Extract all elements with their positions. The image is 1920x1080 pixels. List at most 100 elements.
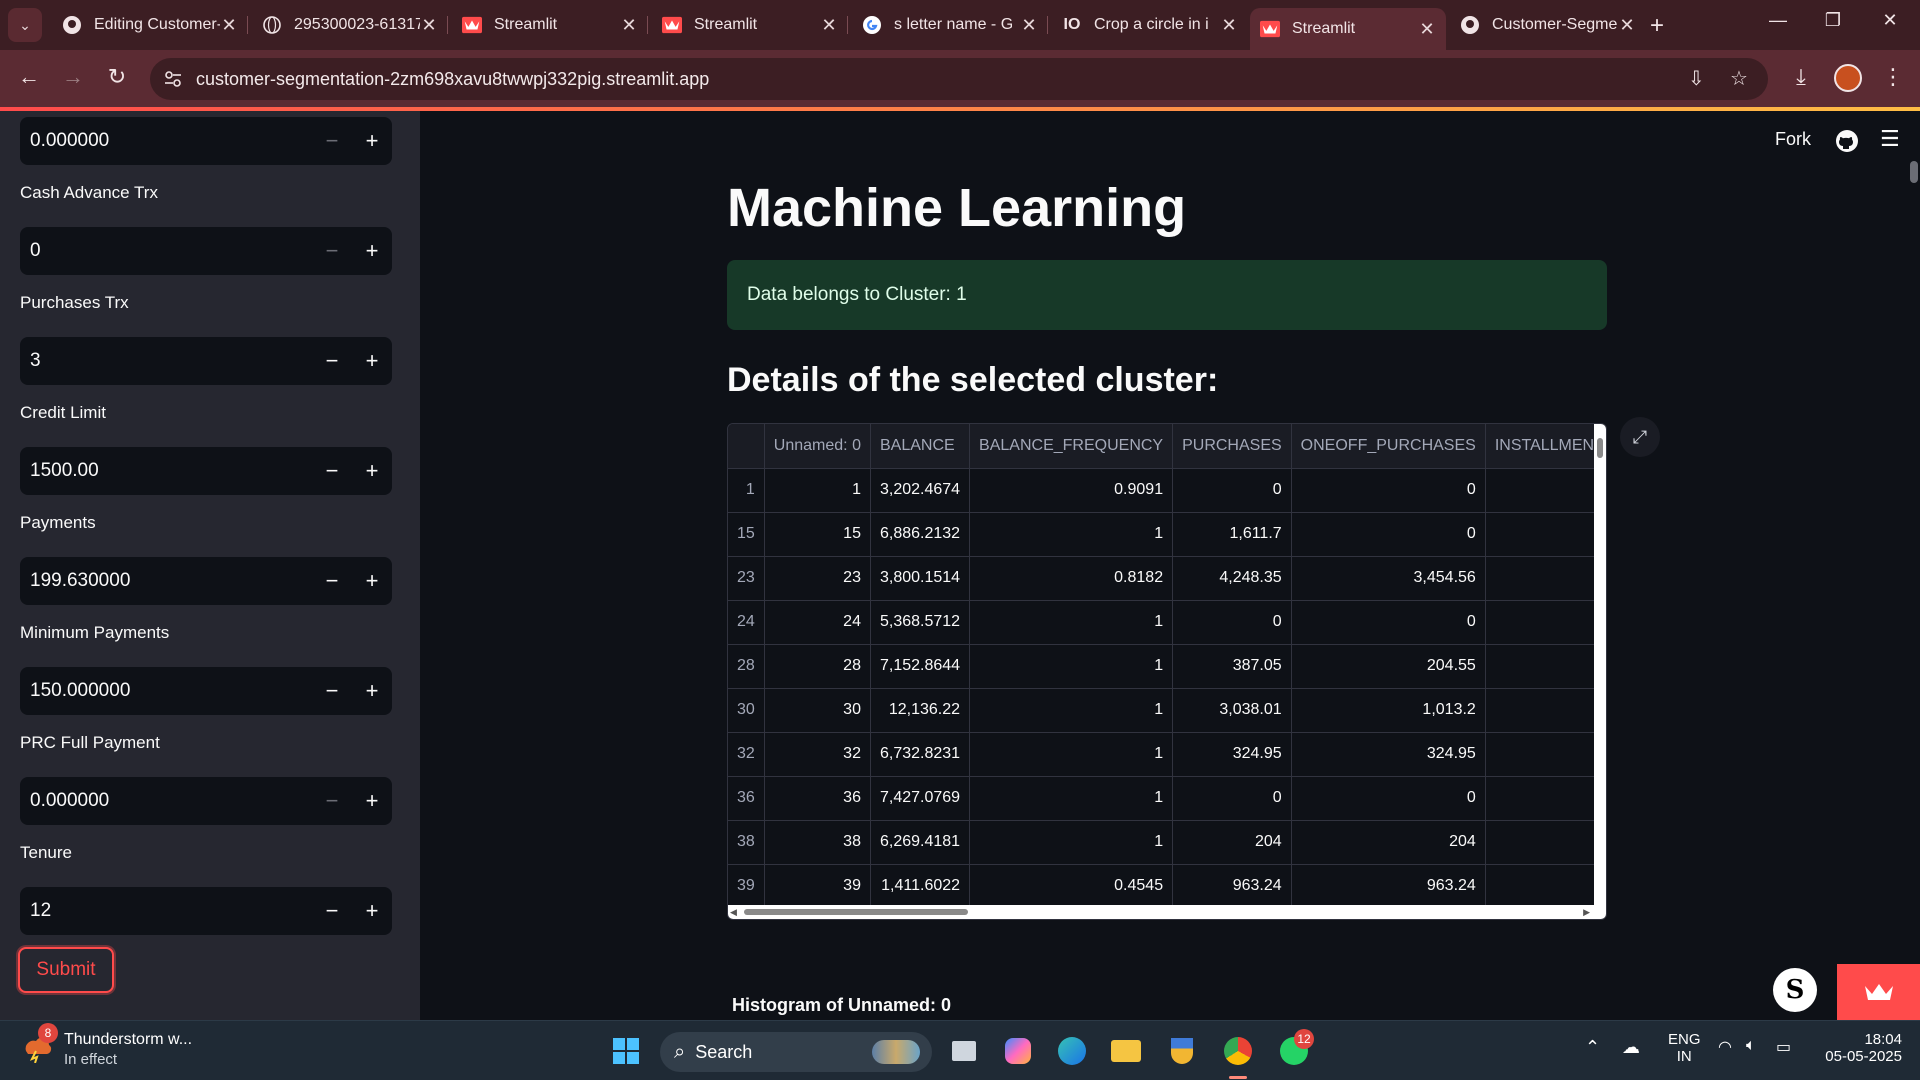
column-header[interactable]: ONEOFF_PURCHASES	[1291, 424, 1486, 469]
table-cell[interactable]: 1,411.6022	[870, 864, 971, 909]
increment-button[interactable]: +	[352, 568, 392, 594]
increment-button[interactable]: +	[352, 348, 392, 374]
number-input[interactable]: 199.630000− +	[20, 557, 392, 605]
table-cell[interactable]: 1	[969, 688, 1174, 733]
table-cell[interactable]: 7,152.8644	[870, 644, 971, 689]
table-cell[interactable]: 24	[764, 600, 871, 645]
downloads-icon[interactable]: ⤓	[1786, 64, 1816, 90]
back-icon[interactable]: ←	[14, 64, 44, 90]
battery-icon[interactable]: ▭	[1776, 1037, 1791, 1057]
vertical-scroll-thumb[interactable]	[1597, 438, 1603, 458]
omnibox[interactable]: customer-segmentation-2zm698xavu8twwpj33…	[150, 58, 1768, 100]
table-cell[interactable]: 387.05	[1172, 644, 1292, 689]
medal-app-icon[interactable]	[1166, 1035, 1198, 1067]
number-input[interactable]: 0− +	[20, 227, 392, 275]
number-input-value[interactable]: 12	[20, 900, 312, 922]
number-input-value[interactable]: 1500.00	[20, 460, 312, 482]
table-cell[interactable]: 36	[764, 776, 871, 821]
site-settings-icon[interactable]	[162, 68, 184, 90]
wifi-icon[interactable]: ◠	[1718, 1037, 1732, 1057]
fork-button[interactable]: Fork	[1775, 129, 1811, 150]
horizontal-scroll-thumb[interactable]	[744, 909, 968, 915]
number-input-value[interactable]: 3	[20, 350, 312, 372]
table-row[interactable]: 15 15 6,886.2132 1 1,611.7 0	[728, 512, 1606, 557]
decrement-button[interactable]: −	[312, 568, 352, 594]
browser-tab[interactable]: s letter name - G ✕	[852, 8, 1048, 42]
table-cell[interactable]: 6,886.2132	[870, 512, 971, 557]
table-cell[interactable]	[1485, 468, 1606, 513]
table-row[interactable]: 30 30 12,136.22 1 3,038.01 1,013.2	[728, 688, 1606, 733]
table-cell[interactable]: 0	[1291, 776, 1486, 821]
profile-avatar[interactable]	[1834, 64, 1862, 92]
increment-button[interactable]: +	[352, 128, 392, 154]
decrement-button[interactable]: −	[312, 348, 352, 374]
table-row[interactable]: 1 1 3,202.4674 0.9091 0 0	[728, 468, 1606, 513]
close-tab-icon[interactable]: ✕	[420, 15, 438, 36]
decrement-button[interactable]: −	[312, 238, 352, 264]
app-menu-icon[interactable]: ☰	[1880, 126, 1900, 152]
table-cell[interactable]: 0.9091	[969, 468, 1174, 513]
table-cell[interactable]: 5,368.5712	[870, 600, 971, 645]
table-cell[interactable]	[1485, 512, 1606, 557]
cluster-dataframe[interactable]: Unnamed: 0 BALANCE BALANCE_FREQUENCY PURCHA…	[727, 423, 1607, 920]
increment-button[interactable]: +	[352, 898, 392, 924]
onedrive-icon[interactable]: ☁	[1622, 1037, 1640, 1058]
table-cell[interactable]: 38	[764, 820, 871, 865]
table-row[interactable]: 32 32 6,732.8231 1 324.95 324.95	[728, 732, 1606, 777]
number-input-value[interactable]: 199.630000	[20, 570, 312, 592]
table-cell[interactable]: 1,013.2	[1291, 688, 1486, 733]
table-cell[interactable]: 0	[1291, 468, 1486, 513]
decrement-button[interactable]: −	[312, 458, 352, 484]
table-cell[interactable]	[1485, 732, 1606, 777]
table-cell[interactable]: 30	[764, 688, 871, 733]
browser-menu-icon[interactable]: ⋮	[1878, 64, 1908, 90]
number-input-value[interactable]: 0.000000	[20, 790, 312, 812]
table-cell[interactable]: 1,611.7	[1172, 512, 1292, 557]
scroll-left-icon[interactable]: ◀	[730, 907, 737, 918]
table-cell[interactable]: 1	[969, 820, 1174, 865]
table-cell[interactable]: 0	[1291, 600, 1486, 645]
browser-tab[interactable]: Customer-Segme ✕	[1450, 8, 1646, 42]
close-tab-icon[interactable]: ✕	[820, 15, 838, 36]
number-input[interactable]: 0.000000− +	[20, 777, 392, 825]
row-index[interactable]: 38	[728, 820, 765, 865]
close-tab-icon[interactable]: ✕	[1618, 15, 1636, 36]
forward-icon[interactable]: →	[58, 64, 88, 90]
new-tab-button[interactable]: +	[1650, 12, 1664, 40]
row-index[interactable]: 32	[728, 732, 765, 777]
table-vertical-scrollbar[interactable]	[1594, 424, 1606, 907]
table-cell[interactable]: 6,269.4181	[870, 820, 971, 865]
browser-tab[interactable]: Editing Customer- ✕	[52, 8, 248, 42]
minimize-icon[interactable]: —	[1758, 10, 1798, 31]
close-tab-icon[interactable]: ✕	[1020, 15, 1038, 36]
close-tab-icon[interactable]: ✕	[220, 15, 238, 36]
table-cell[interactable]: 1	[969, 600, 1174, 645]
table-cell[interactable]: 324.95	[1172, 732, 1292, 777]
restore-icon[interactable]: ❐	[1813, 10, 1853, 31]
number-input-value[interactable]: 0	[20, 240, 312, 262]
scroll-right-icon[interactable]: ▶	[1583, 907, 1590, 918]
table-row[interactable]: 36 36 7,427.0769 1 0 0	[728, 776, 1606, 821]
column-header[interactable]: BALANCE_FREQUENCY	[969, 424, 1174, 469]
file-explorer-icon[interactable]	[1110, 1035, 1142, 1067]
table-cell[interactable]: 204.55	[1291, 644, 1486, 689]
table-row[interactable]: 39 39 1,411.6022 0.4545 963.24 963.24	[728, 864, 1606, 909]
table-row[interactable]: 38 38 6,269.4181 1 204 204	[728, 820, 1606, 865]
table-cell[interactable]: 204	[1291, 820, 1486, 865]
table-row[interactable]: 24 24 5,368.5712 1 0 0	[728, 600, 1606, 645]
volume-icon[interactable]: 🔈︎	[1746, 1037, 1756, 1055]
number-input[interactable]: 12− +	[20, 887, 392, 935]
table-cell[interactable]	[1485, 820, 1606, 865]
chrome-icon[interactable]	[1222, 1035, 1254, 1067]
row-index[interactable]: 23	[728, 556, 765, 601]
increment-button[interactable]: +	[352, 458, 392, 484]
copilot-icon[interactable]	[1002, 1035, 1034, 1067]
table-cell[interactable]: 12,136.22	[870, 688, 971, 733]
close-window-icon[interactable]: ✕	[1870, 10, 1910, 31]
task-view-icon[interactable]	[948, 1035, 980, 1067]
table-row[interactable]: 23 23 3,800.1514 0.8182 4,248.35 3,454.56	[728, 556, 1606, 601]
table-cell[interactable]: 28	[764, 644, 871, 689]
table-cell[interactable]	[1485, 864, 1606, 909]
decrement-button[interactable]: −	[312, 678, 352, 704]
table-cell[interactable]: 0	[1172, 776, 1292, 821]
